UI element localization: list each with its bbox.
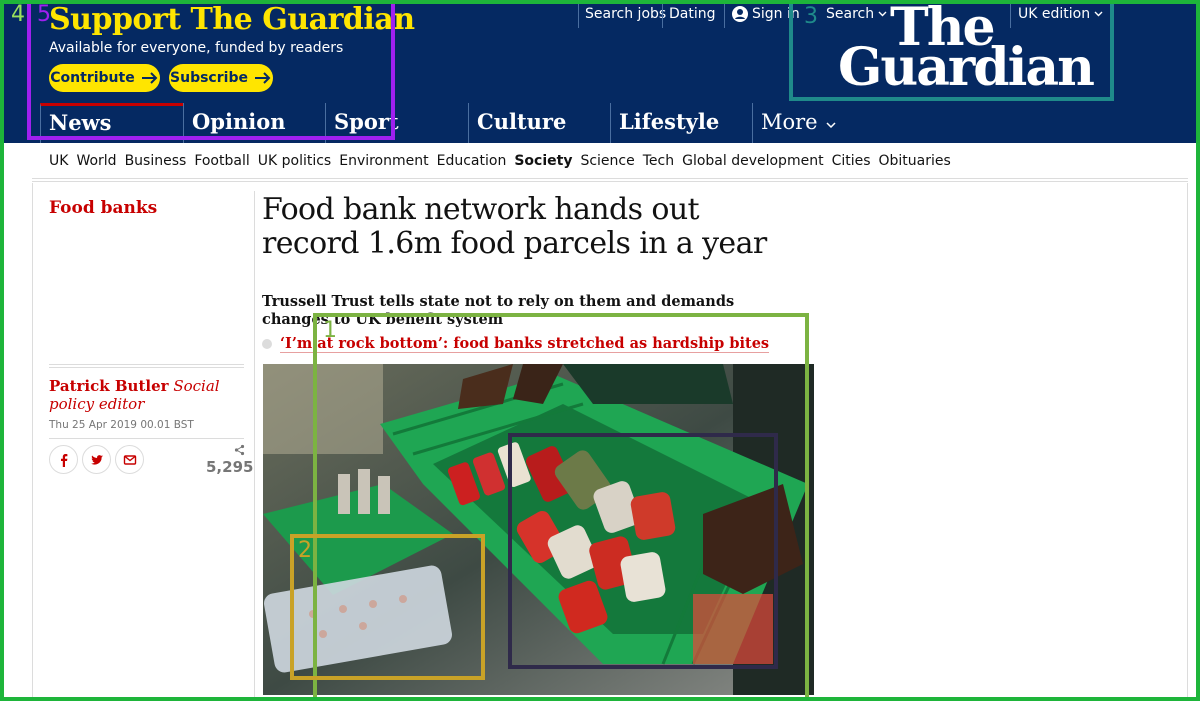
section-kicker[interactable]: Food banks bbox=[49, 198, 157, 218]
share-twitter-button[interactable] bbox=[82, 445, 111, 474]
pillar-lifestyle[interactable]: Lifestyle bbox=[610, 103, 752, 143]
divider bbox=[662, 4, 663, 28]
share-email-button[interactable] bbox=[115, 445, 144, 474]
support-title: Support The Guardian bbox=[49, 2, 415, 37]
article-headline: Food bank network hands out record 1.6m … bbox=[262, 192, 767, 261]
subnav-item-science[interactable]: Science bbox=[580, 153, 634, 169]
contribute-button[interactable]: Contribute bbox=[49, 64, 160, 92]
byline-name[interactable]: Patrick Butler bbox=[49, 377, 169, 395]
divider bbox=[724, 4, 725, 28]
facebook-icon bbox=[60, 453, 67, 467]
guardian-logo[interactable]: The Guardian bbox=[838, 0, 1106, 98]
annotation-label-4: 4 bbox=[11, 2, 25, 27]
article-date: Thu 25 Apr 2019 00.01 BST bbox=[49, 419, 194, 431]
sign-in-link[interactable]: Sign in bbox=[732, 6, 800, 22]
contribute-label: Contribute bbox=[50, 70, 135, 86]
pillar-sport[interactable]: Sport bbox=[325, 103, 468, 143]
annotation-label-3: 3 bbox=[804, 4, 818, 29]
pillar-label: Culture bbox=[477, 109, 567, 134]
byline: Patrick Butler Social policy editor bbox=[49, 377, 249, 413]
annotation-label-1: 1 bbox=[323, 318, 337, 343]
share-icon bbox=[234, 444, 245, 456]
share-facebook-button[interactable] bbox=[49, 445, 78, 474]
subnav-item-global-development[interactable]: Global development bbox=[682, 153, 823, 169]
food-crate-photo bbox=[263, 364, 814, 695]
pillar-label: More bbox=[761, 110, 818, 134]
sign-in-label: Sign in bbox=[752, 6, 800, 22]
subnav-item-uk[interactable]: UK bbox=[49, 153, 68, 169]
pillar-nav: News Opinion Sport Culture Lifestyle Mor… bbox=[0, 103, 1200, 143]
divider bbox=[578, 4, 579, 28]
subnav-item-obituaries[interactable]: Obituaries bbox=[879, 153, 951, 169]
subnav-item-society[interactable]: Society bbox=[514, 153, 572, 169]
pillar-label: News bbox=[49, 110, 112, 135]
divider bbox=[32, 181, 1188, 182]
pillar-culture[interactable]: Culture bbox=[468, 103, 610, 143]
pillar-label: Lifestyle bbox=[619, 109, 720, 134]
article-main-image bbox=[263, 364, 814, 695]
annotation-label-5: 5 bbox=[37, 2, 51, 27]
subnav-item-education[interactable]: Education bbox=[437, 153, 507, 169]
logo-line-2: Guardian bbox=[838, 37, 1095, 98]
subnav-item-environment[interactable]: Environment bbox=[339, 153, 428, 169]
subscribe-button[interactable]: Subscribe bbox=[169, 64, 273, 92]
pillar-label: Opinion bbox=[192, 109, 286, 134]
pillar-news[interactable]: News bbox=[40, 103, 183, 143]
bullet-icon bbox=[262, 339, 272, 349]
subnav-item-world[interactable]: World bbox=[76, 153, 116, 169]
annotation-label-2: 2 bbox=[298, 538, 312, 563]
dating-label: Dating bbox=[669, 6, 716, 22]
divider bbox=[49, 364, 244, 365]
site-header: Support The Guardian Available for every… bbox=[0, 0, 1200, 143]
related-link[interactable]: ‘I’m at rock bottom’: food banks stretch… bbox=[262, 335, 770, 353]
arrow-right-icon bbox=[254, 72, 271, 84]
arrow-right-icon bbox=[141, 72, 158, 84]
support-subtitle: Available for everyone, funded by reader… bbox=[49, 40, 344, 56]
subnav-item-cities[interactable]: Cities bbox=[832, 153, 871, 169]
search-jobs-link[interactable]: Search jobs bbox=[585, 6, 666, 22]
subnav-item-tech[interactable]: Tech bbox=[643, 153, 674, 169]
section-subnav: UK World Business Football UK politics E… bbox=[32, 143, 1188, 179]
subnav-item-uk-politics[interactable]: UK politics bbox=[258, 153, 331, 169]
search-jobs-label: Search jobs bbox=[585, 6, 667, 22]
pillar-opinion[interactable]: Opinion bbox=[183, 103, 325, 143]
twitter-icon bbox=[90, 454, 103, 465]
pillar-label: Sport bbox=[334, 109, 399, 134]
dating-link[interactable]: Dating bbox=[669, 6, 716, 22]
subscribe-label: Subscribe bbox=[170, 70, 248, 86]
divider bbox=[49, 367, 244, 368]
article-standfirst: Trussell Trust tells state not to rely o… bbox=[262, 293, 735, 328]
subnav-item-football[interactable]: Football bbox=[194, 153, 249, 169]
related-link-text[interactable]: ‘I’m at rock bottom’: food banks stretch… bbox=[280, 335, 770, 353]
user-icon bbox=[732, 6, 748, 22]
subnav-item-business[interactable]: Business bbox=[125, 153, 187, 169]
divider bbox=[254, 191, 255, 701]
share-count: 5,295 bbox=[206, 458, 254, 476]
email-icon bbox=[123, 454, 136, 465]
pillar-more[interactable]: More bbox=[752, 103, 1188, 143]
chevron-down-icon bbox=[826, 122, 836, 129]
divider bbox=[49, 438, 244, 439]
